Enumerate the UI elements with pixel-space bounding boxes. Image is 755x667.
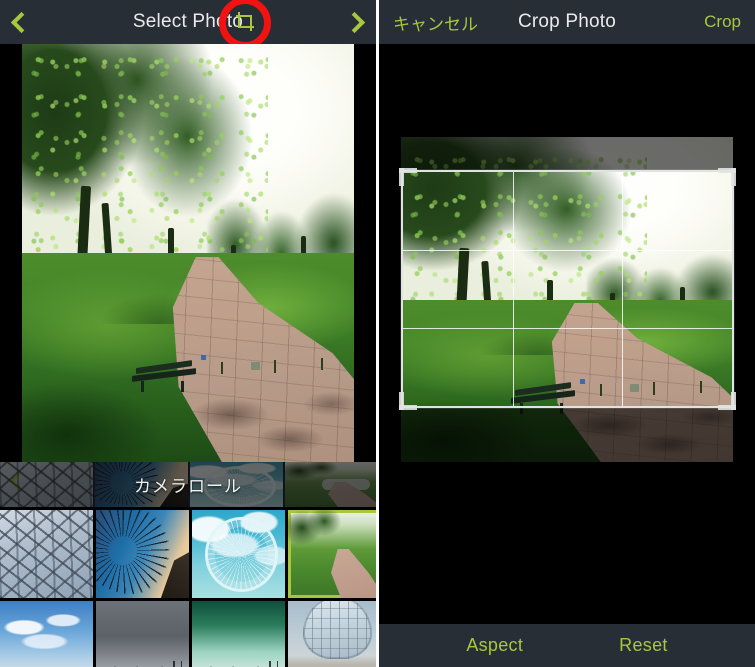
bench-leg (180, 380, 184, 392)
thumbnail-ferris-wheel-clouds[interactable] (192, 510, 285, 598)
fence-post (274, 359, 277, 373)
crop-handle-bottom-right[interactable] (731, 392, 736, 410)
back-button[interactable] (10, 0, 33, 44)
dual-screenshot-container: Select Photo カメラロール キャンセル Crop Photo Cro… (0, 0, 755, 667)
cancel-button[interactable]: キャンセル (393, 0, 478, 44)
grid-line-horizontal (403, 327, 732, 329)
chevron-right-icon (343, 11, 366, 33)
mast-shape (180, 661, 183, 667)
thumbnail-park-path[interactable] (288, 510, 376, 598)
album-pill-indicator (322, 479, 370, 490)
thumbnail-ferris-wheel-sunset[interactable] (96, 510, 189, 598)
select-photo-screen: Select Photo カメラロール (0, 0, 376, 667)
thumbnail-storm-clouds-sails[interactable] (96, 601, 189, 667)
grid-line-horizontal (403, 249, 732, 251)
crop-editor-stage (379, 44, 755, 624)
album-selector-bar[interactable]: カメラロール (0, 462, 376, 507)
park-photo-artwork (22, 44, 354, 462)
crop-dim-overlay-bottom (401, 407, 733, 462)
reset-button[interactable]: Reset (619, 635, 668, 656)
mast-shape (269, 661, 271, 667)
grid-line-vertical (512, 172, 514, 406)
grass-lawn (22, 253, 354, 462)
album-back-cell[interactable] (0, 462, 93, 507)
thumbnail-glass-dome-building[interactable] (288, 601, 376, 667)
album-cell[interactable] (95, 462, 188, 507)
album-cell[interactable] (285, 462, 376, 507)
select-photo-navbar: Select Photo (0, 0, 376, 49)
thumbnail-blue-sky-sea[interactable] (0, 601, 93, 667)
trash-bin (251, 361, 261, 370)
mast-shape (276, 661, 279, 667)
crop-confirm-button[interactable]: Crop (704, 0, 741, 44)
park-bench (131, 359, 196, 392)
grid-line-vertical (622, 172, 624, 406)
bench-leg (140, 380, 144, 392)
crop-icon[interactable] (233, 10, 257, 34)
crop-handle-top-left[interactable] (399, 168, 404, 186)
crop-icon-glyph (236, 12, 254, 31)
forward-button[interactable] (343, 0, 366, 44)
thumbnail-ferris-wheel-structure[interactable] (0, 510, 93, 598)
park-sign (201, 355, 207, 361)
selected-photo-preview[interactable] (22, 44, 354, 462)
aspect-button[interactable]: Aspect (466, 635, 523, 656)
mast-shape (173, 661, 175, 667)
photo-thumbnail-grid (0, 507, 376, 667)
photo-preview-stage (0, 44, 376, 462)
crop-handle-top-right[interactable] (731, 168, 736, 186)
crop-dim-overlay-top (401, 137, 733, 170)
page-title: Crop Photo (517, 11, 617, 32)
crop-handle-bottom-left[interactable] (399, 392, 404, 410)
crop-photo-navbar: キャンセル Crop Photo Crop (379, 0, 755, 44)
crop-selection-frame[interactable] (399, 168, 736, 410)
crop-photo-screen: キャンセル Crop Photo Crop Aspect Reset (379, 0, 755, 667)
chevron-left-icon (10, 11, 33, 33)
canopy-leaf-speckle (22, 44, 268, 262)
album-cell[interactable] (190, 462, 283, 507)
fence-post (221, 361, 224, 374)
page-title: Select Photo (132, 11, 244, 32)
thumbnail-green-sky-sails[interactable] (192, 601, 285, 667)
fence-post (320, 357, 323, 370)
chevron-left-icon (9, 471, 29, 491)
crop-bottom-toolbar: Aspect Reset (379, 624, 755, 667)
